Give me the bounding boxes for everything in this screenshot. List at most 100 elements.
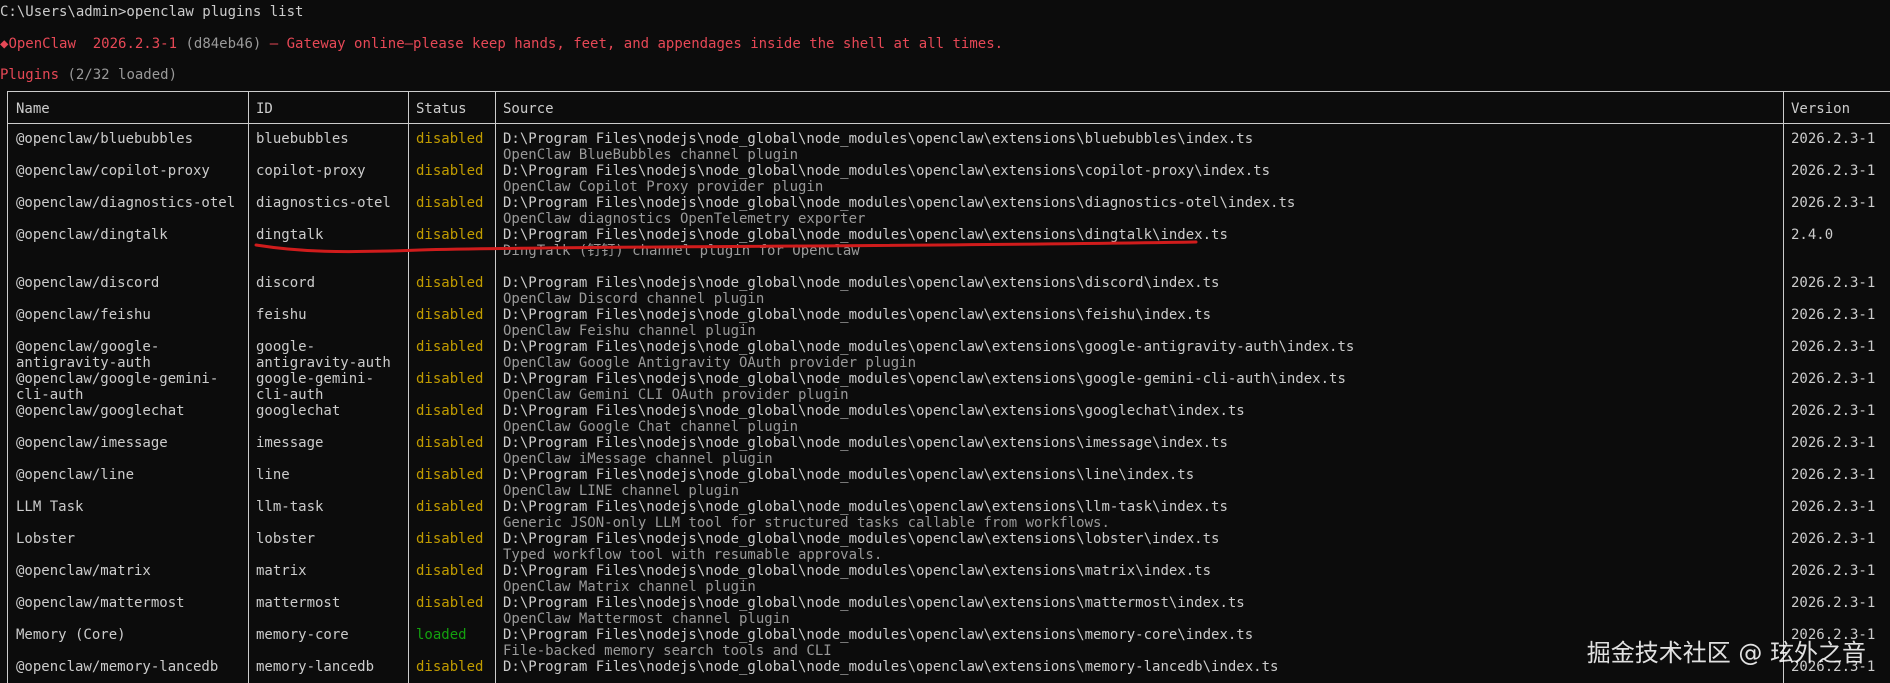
plugin-version: 2.4.0: [1791, 227, 1834, 243]
plugin-version: 2026.2.3-1: [1791, 131, 1876, 147]
plugin-name: @openclaw/google-antigravity-auth: [16, 339, 159, 371]
plugin-version: 2026.2.3-1: [1791, 195, 1876, 211]
plugin-source-path: D:\Program Files\nodejs\node_global\node…: [503, 275, 1220, 291]
plugin-name: @openclaw/feishu: [16, 307, 151, 323]
plugin-source-path: D:\Program Files\nodejs\node_global\node…: [503, 339, 1355, 355]
plugin-description: Generic JSON-only LLM tool for structure…: [503, 515, 1110, 531]
plugin-version: 2026.2.3-1: [1791, 339, 1876, 355]
plugin-id-line: copilot-proxy: [256, 163, 366, 179]
plugin-source-path: D:\Program Files\nodejs\node_global\node…: [503, 307, 1212, 323]
plugin-id-line: bluebubbles: [256, 131, 349, 147]
plugins-loaded-count: (2/32 loaded): [67, 67, 178, 83]
plugin-id: line: [256, 467, 290, 483]
plugin-version: 2026.2.3-1: [1791, 163, 1876, 179]
plugin-id: googlechat: [256, 403, 340, 419]
plugin-source-path: D:\Program Files\nodejs\node_global\node…: [503, 563, 1212, 579]
plugin-version: 2026.2.3-1: [1791, 563, 1876, 579]
plugin-name-line: @openclaw/diagnostics-otel: [16, 195, 236, 211]
plugin-description: OpenClaw Feishu channel plugin: [503, 323, 756, 339]
plugin-name: @openclaw/copilot-proxy: [16, 163, 210, 179]
plugin-name-line: @openclaw/googlechat: [16, 403, 185, 419]
plugin-status: disabled: [416, 467, 484, 483]
plugin-source-path: D:\Program Files\nodejs\node_global\node…: [503, 227, 1228, 243]
plugin-description: OpenClaw Google Chat channel plugin: [503, 419, 799, 435]
plugin-name-line: @openclaw/google-gemini-: [16, 371, 219, 387]
plugin-name: Lobster: [16, 531, 75, 547]
plugin-description: OpenClaw iMessage channel plugin: [503, 451, 773, 467]
plugin-status: disabled: [416, 563, 484, 579]
plugin-name-line: Memory (Core): [16, 627, 126, 643]
plugin-source-path: D:\Program Files\nodejs\node_global\node…: [503, 403, 1245, 419]
plugin-id-line: lobster: [256, 531, 316, 547]
plugin-id: bluebubbles: [256, 131, 349, 147]
plugin-name-line: Lobster: [16, 531, 76, 547]
plugins-label: Plugins: [0, 67, 60, 83]
plugin-name-line: @openclaw/dingtalk: [16, 227, 168, 243]
plugin-description: OpenClaw Matrix channel plugin: [503, 579, 756, 595]
plugin-name: LLM Task: [16, 499, 83, 515]
column-divider: [1783, 92, 1784, 683]
plugin-name: @openclaw/diagnostics-otel: [16, 195, 235, 211]
terminal-window[interactable]: { "prompt": "C:\\Users\\admin>openclaw p…: [0, 0, 1890, 683]
plugin-name-line: LLM Task: [16, 499, 84, 515]
plugin-id-line: cli-auth: [256, 387, 324, 403]
plugin-id-line: googlechat: [256, 403, 341, 419]
plugin-id: llm-task: [256, 499, 323, 515]
column-divider: [408, 92, 409, 683]
plugin-id: diagnostics-otel: [256, 195, 391, 211]
plugin-name: @openclaw/google-gemini-cli-auth: [16, 371, 218, 403]
plugin-name-line: @openclaw/imessage: [16, 435, 168, 451]
plugin-status: disabled: [416, 371, 484, 387]
column-divider: [248, 92, 249, 683]
plugin-id: feishu: [256, 307, 307, 323]
plugin-status: disabled: [416, 403, 484, 419]
plugin-status: disabled: [416, 659, 484, 675]
plugin-id: copilot-proxy: [256, 163, 366, 179]
plugin-name-line: @openclaw/copilot-proxy: [16, 163, 210, 179]
plugin-id-line: google-gemini-: [256, 371, 375, 387]
plugin-version: 2026.2.3-1: [1791, 435, 1876, 451]
plugin-version: 2026.2.3-1: [1791, 403, 1876, 419]
plugin-name: @openclaw/imessage: [16, 435, 168, 451]
plugin-name: Memory (Core): [16, 627, 126, 643]
plugin-description: OpenClaw Discord channel plugin: [503, 291, 765, 307]
plugin-name: @openclaw/mattermost: [16, 595, 185, 611]
plugin-id-line: line: [256, 467, 290, 483]
plugin-status: loaded: [416, 627, 467, 643]
plugin-version: 2026.2.3-1: [1791, 467, 1876, 483]
banner-version: 2026.2.3-1: [92, 36, 178, 52]
plugin-description: OpenClaw Gemini CLI OAuth provider plugi…: [503, 387, 849, 403]
plugin-source-path: D:\Program Files\nodejs\node_global\node…: [503, 467, 1195, 483]
plugin-status: disabled: [416, 531, 484, 547]
plugin-id-line: discord: [256, 275, 316, 291]
plugin-name-line: @openclaw/feishu: [16, 307, 151, 323]
plugin-id: imessage: [256, 435, 323, 451]
openclaw-banner: ◆OpenClaw 2026.2.3-1 (d84eb46) — Gateway…: [0, 36, 1003, 52]
plugin-name: @openclaw/dingtalk: [16, 227, 168, 243]
plugin-description: OpenClaw Mattermost channel plugin: [503, 611, 790, 627]
plugin-description: DingTalk (钉钉) channel plugin for OpenCla…: [503, 243, 860, 259]
plugin-name-line: @openclaw/bluebubbles: [16, 131, 194, 147]
plugin-id: matrix: [256, 563, 307, 579]
plugin-source-path: D:\Program Files\nodejs\node_global\node…: [503, 499, 1228, 515]
column-header-name: Name: [16, 101, 50, 117]
plugin-name: @openclaw/line: [16, 467, 134, 483]
plugin-id-line: dingtalk: [256, 227, 324, 243]
plugin-name-line: cli-auth: [16, 387, 84, 403]
banner-hash: (d84eb46): [185, 36, 262, 52]
plugin-source-path: D:\Program Files\nodejs\node_global\node…: [503, 531, 1220, 547]
plugin-description: OpenClaw Copilot Proxy provider plugin: [503, 179, 824, 195]
plugin-version: 2026.2.3-1: [1791, 275, 1876, 291]
plugin-description: OpenClaw Google Antigravity OAuth provid…: [503, 355, 917, 371]
plugin-status: disabled: [416, 163, 484, 179]
plugin-version: 2026.2.3-1: [1791, 307, 1876, 323]
plugin-id-line: imessage: [256, 435, 324, 451]
plugin-status: disabled: [416, 307, 484, 323]
plugin-id-line: antigravity-auth: [256, 355, 391, 371]
plugin-id: google-antigravity-auth: [256, 339, 391, 371]
plugin-id-line: llm-task: [256, 499, 324, 515]
plugin-name-line: @openclaw/google-: [16, 339, 160, 355]
plugins-table: Name ID Status Source Version @openclaw/…: [7, 91, 1890, 683]
watermark: 掘金技术社区 @ 玹外之音: [1586, 639, 1866, 667]
plugin-name-line: @openclaw/memory-lancedb: [16, 659, 219, 675]
